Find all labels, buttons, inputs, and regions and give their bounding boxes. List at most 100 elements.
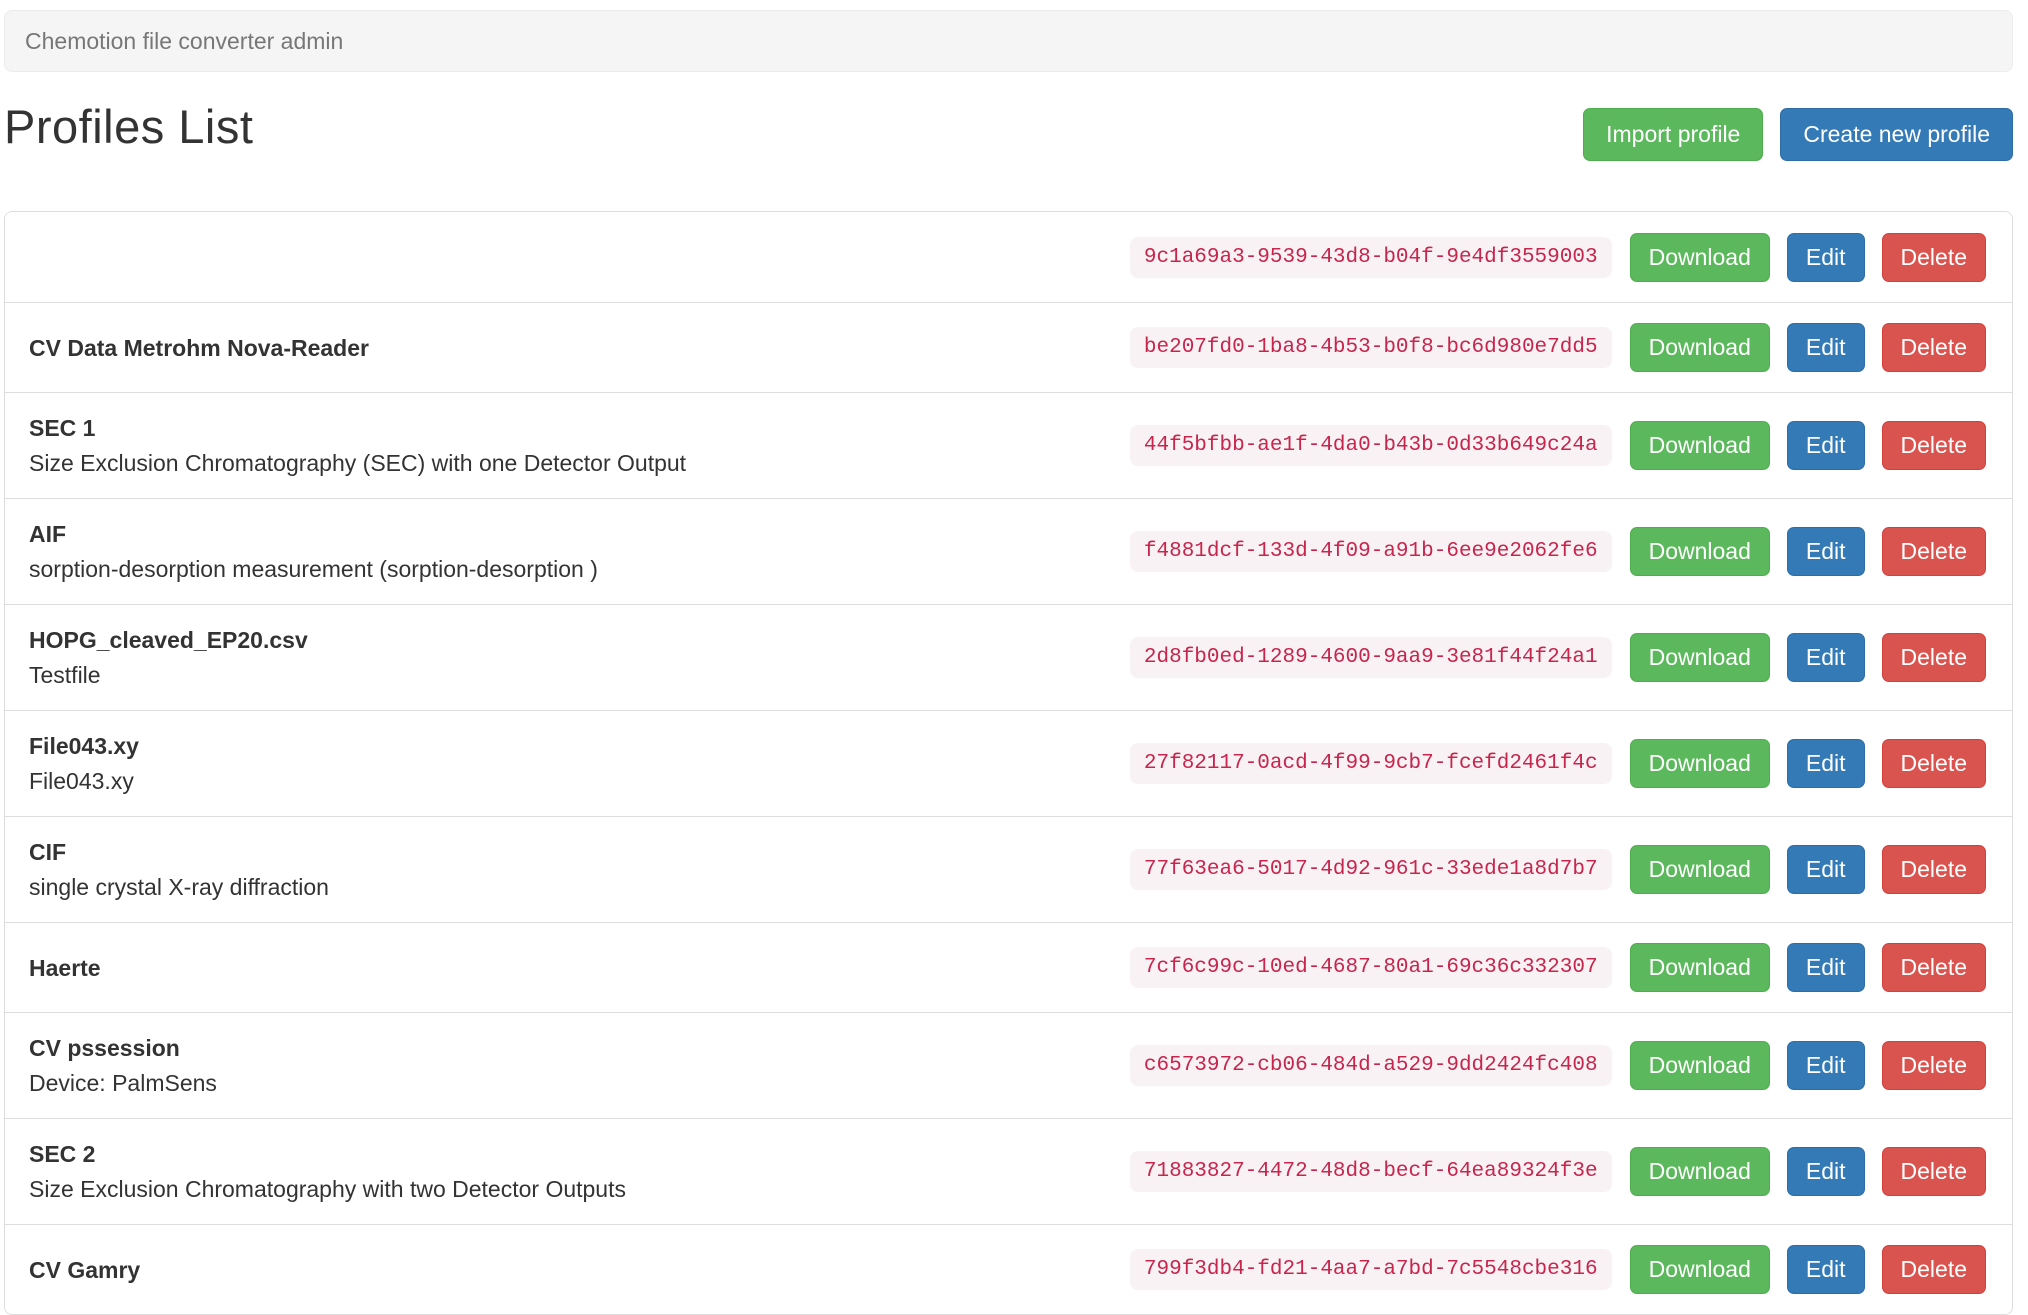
edit-button[interactable]: Edit	[1786, 527, 1865, 576]
profile-title: CV Data Metrohm Nova-Reader	[29, 334, 369, 361]
profile-uuid-cell: 71883827-4472-48d8-becf-64ea89324f3e	[1129, 1151, 1612, 1192]
edit-button[interactable]: Edit	[1786, 1041, 1865, 1090]
profile-actions-cell: Download Edit Delete	[1629, 1147, 1986, 1196]
profile-actions-cell: Download Edit Delete	[1629, 232, 1986, 282]
download-button[interactable]: Download	[1629, 633, 1770, 682]
profiles-table: 9c1a69a3-9539-43d8-b04f-9e4df3559003 Dow…	[4, 211, 2013, 1315]
profile-actions-cell: Download Edit Delete	[1629, 527, 1986, 576]
profile-uuid-cell: 799f3db4-fd21-4aa7-a7bd-7c5548cbe316	[1129, 1249, 1612, 1290]
download-button[interactable]: Download	[1629, 323, 1770, 372]
profile-title: SEC 2	[29, 1141, 96, 1167]
profile-uuid-cell: 7cf6c99c-10ed-4687-80a1-69c36c332307	[1129, 947, 1612, 988]
table-row: CV pssession Device: PalmSens c6573972-c…	[5, 1012, 2012, 1118]
profile-uuid-cell: 44f5bfbb-ae1f-4da0-b43b-0d33b649c24a	[1129, 425, 1612, 466]
profile-actions-cell: Download Edit Delete	[1629, 633, 1986, 682]
profile-actions-cell: Download Edit Delete	[1629, 1245, 1986, 1294]
profile-text-cell: CV pssession Device: PalmSens	[29, 1033, 1130, 1098]
table-row: HOPG_cleaved_EP20.csv Testfile 2d8fb0ed-…	[5, 604, 2012, 710]
profile-actions-cell: Download Edit Delete	[1629, 1041, 1986, 1090]
page: Chemotion file converter admin Profiles …	[0, 0, 2028, 1315]
download-button[interactable]: Download	[1629, 527, 1770, 576]
profile-uuid: 7cf6c99c-10ed-4687-80a1-69c36c332307	[1129, 947, 1612, 988]
profile-text-cell: File043.xy File043.xy	[29, 731, 1130, 796]
profile-actions-cell: Download Edit Delete	[1629, 943, 1986, 992]
profile-description: Testfile	[29, 662, 101, 688]
delete-button[interactable]: Delete	[1881, 421, 1986, 470]
table-row: SEC 2 Size Exclusion Chromatography with…	[5, 1118, 2012, 1224]
profile-actions-cell: Download Edit Delete	[1629, 845, 1986, 894]
profile-description: Device: PalmSens	[29, 1070, 217, 1096]
edit-button[interactable]: Edit	[1786, 1147, 1865, 1196]
profile-text-cell: CV Data Metrohm Nova-Reader	[29, 333, 1130, 363]
profile-title: AIF	[29, 521, 67, 547]
download-button[interactable]: Download	[1629, 943, 1770, 992]
delete-button[interactable]: Delete	[1881, 1245, 1986, 1294]
download-button[interactable]: Download	[1629, 1041, 1770, 1090]
profile-actions-cell: Download Edit Delete	[1629, 739, 1986, 788]
profile-uuid: 44f5bfbb-ae1f-4da0-b43b-0d33b649c24a	[1129, 425, 1612, 466]
delete-button[interactable]: Delete	[1881, 1147, 1986, 1196]
header-row: Profiles List Import profile Create new …	[4, 100, 2013, 161]
profile-uuid: c6573972-cb06-484d-a529-9dd2424fc408	[1129, 1045, 1612, 1086]
profile-uuid-cell: 2d8fb0ed-1289-4600-9aa9-3e81f44f24a1	[1129, 637, 1612, 678]
delete-button[interactable]: Delete	[1881, 739, 1986, 788]
table-row: Haerte 7cf6c99c-10ed-4687-80a1-69c36c332…	[5, 922, 2012, 1012]
profile-description: sorption-desorption measurement (sorptio…	[29, 556, 598, 582]
table-row: CV Data Metrohm Nova-Reader be207fd0-1ba…	[5, 302, 2012, 392]
delete-button[interactable]: Delete	[1881, 845, 1986, 894]
profile-actions-cell: Download Edit Delete	[1629, 421, 1986, 470]
table-row: File043.xy File043.xy 27f82117-0acd-4f99…	[5, 710, 2012, 816]
download-button[interactable]: Download	[1629, 845, 1770, 894]
header-buttons: Import profile Create new profile	[1583, 108, 2013, 161]
profile-uuid-cell: 9c1a69a3-9539-43d8-b04f-9e4df3559003	[1129, 236, 1612, 278]
download-button[interactable]: Download	[1629, 739, 1770, 788]
delete-button[interactable]: Delete	[1881, 633, 1986, 682]
table-row: SEC 1 Size Exclusion Chromatography (SEC…	[5, 392, 2012, 498]
delete-button[interactable]: Delete	[1881, 323, 1986, 372]
profile-text-cell: Haerte	[29, 953, 1130, 983]
download-button[interactable]: Download	[1629, 1245, 1770, 1294]
navbar: Chemotion file converter admin	[4, 10, 2013, 72]
profile-title: File043.xy	[29, 733, 139, 759]
profile-uuid: 2d8fb0ed-1289-4600-9aa9-3e81f44f24a1	[1129, 637, 1612, 678]
download-button[interactable]: Download	[1629, 232, 1770, 282]
profile-description: File043.xy	[29, 768, 134, 794]
table-row: CIF single crystal X-ray diffraction 77f…	[5, 816, 2012, 922]
edit-button[interactable]: Edit	[1786, 845, 1865, 894]
edit-button[interactable]: Edit	[1786, 739, 1865, 788]
download-button[interactable]: Download	[1629, 1147, 1770, 1196]
profile-title: CV pssession	[29, 1035, 180, 1061]
profile-text-cell: AIF sorption-desorption measurement (sor…	[29, 519, 1130, 584]
profile-uuid: 77f63ea6-5017-4d92-961c-33ede1a8d7b7	[1129, 849, 1612, 890]
delete-button[interactable]: Delete	[1881, 527, 1986, 576]
edit-button[interactable]: Edit	[1786, 421, 1865, 470]
delete-button[interactable]: Delete	[1881, 1041, 1986, 1090]
profile-description: single crystal X-ray diffraction	[29, 874, 329, 900]
profile-description: Size Exclusion Chromatography with two D…	[29, 1176, 626, 1202]
delete-button[interactable]: Delete	[1881, 232, 1986, 282]
profile-uuid-cell: f4881dcf-133d-4f09-a91b-6ee9e2062fe6	[1129, 531, 1612, 572]
import-profile-button[interactable]: Import profile	[1583, 108, 1764, 161]
profile-uuid: 27f82117-0acd-4f99-9cb7-fcefd2461f4c	[1129, 743, 1612, 784]
edit-button[interactable]: Edit	[1786, 1245, 1865, 1294]
profile-uuid-cell: 77f63ea6-5017-4d92-961c-33ede1a8d7b7	[1129, 849, 1612, 890]
download-button[interactable]: Download	[1629, 421, 1770, 470]
edit-button[interactable]: Edit	[1786, 943, 1865, 992]
table-row: CV Gamry 799f3db4-fd21-4aa7-a7bd-7c5548c…	[5, 1224, 2012, 1314]
profile-text-cell: SEC 1 Size Exclusion Chromatography (SEC…	[29, 413, 1130, 478]
navbar-brand[interactable]: Chemotion file converter admin	[5, 28, 343, 55]
profile-title: HOPG_cleaved_EP20.csv	[29, 627, 308, 653]
table-row: 9c1a69a3-9539-43d8-b04f-9e4df3559003 Dow…	[5, 212, 2012, 302]
create-new-profile-button[interactable]: Create new profile	[1780, 108, 2013, 161]
profile-uuid-cell: be207fd0-1ba8-4b53-b0f8-bc6d980e7dd5	[1129, 327, 1612, 368]
edit-button[interactable]: Edit	[1786, 323, 1865, 372]
profile-uuid: 71883827-4472-48d8-becf-64ea89324f3e	[1129, 1151, 1612, 1192]
edit-button[interactable]: Edit	[1786, 232, 1865, 282]
profile-description: Size Exclusion Chromatography (SEC) with…	[29, 450, 687, 476]
profile-title: CV Gamry	[29, 1256, 141, 1283]
profile-title: Haerte	[29, 954, 101, 981]
delete-button[interactable]: Delete	[1881, 943, 1986, 992]
table-row: AIF sorption-desorption measurement (sor…	[5, 498, 2012, 604]
edit-button[interactable]: Edit	[1786, 633, 1865, 682]
profile-actions-cell: Download Edit Delete	[1629, 323, 1986, 372]
